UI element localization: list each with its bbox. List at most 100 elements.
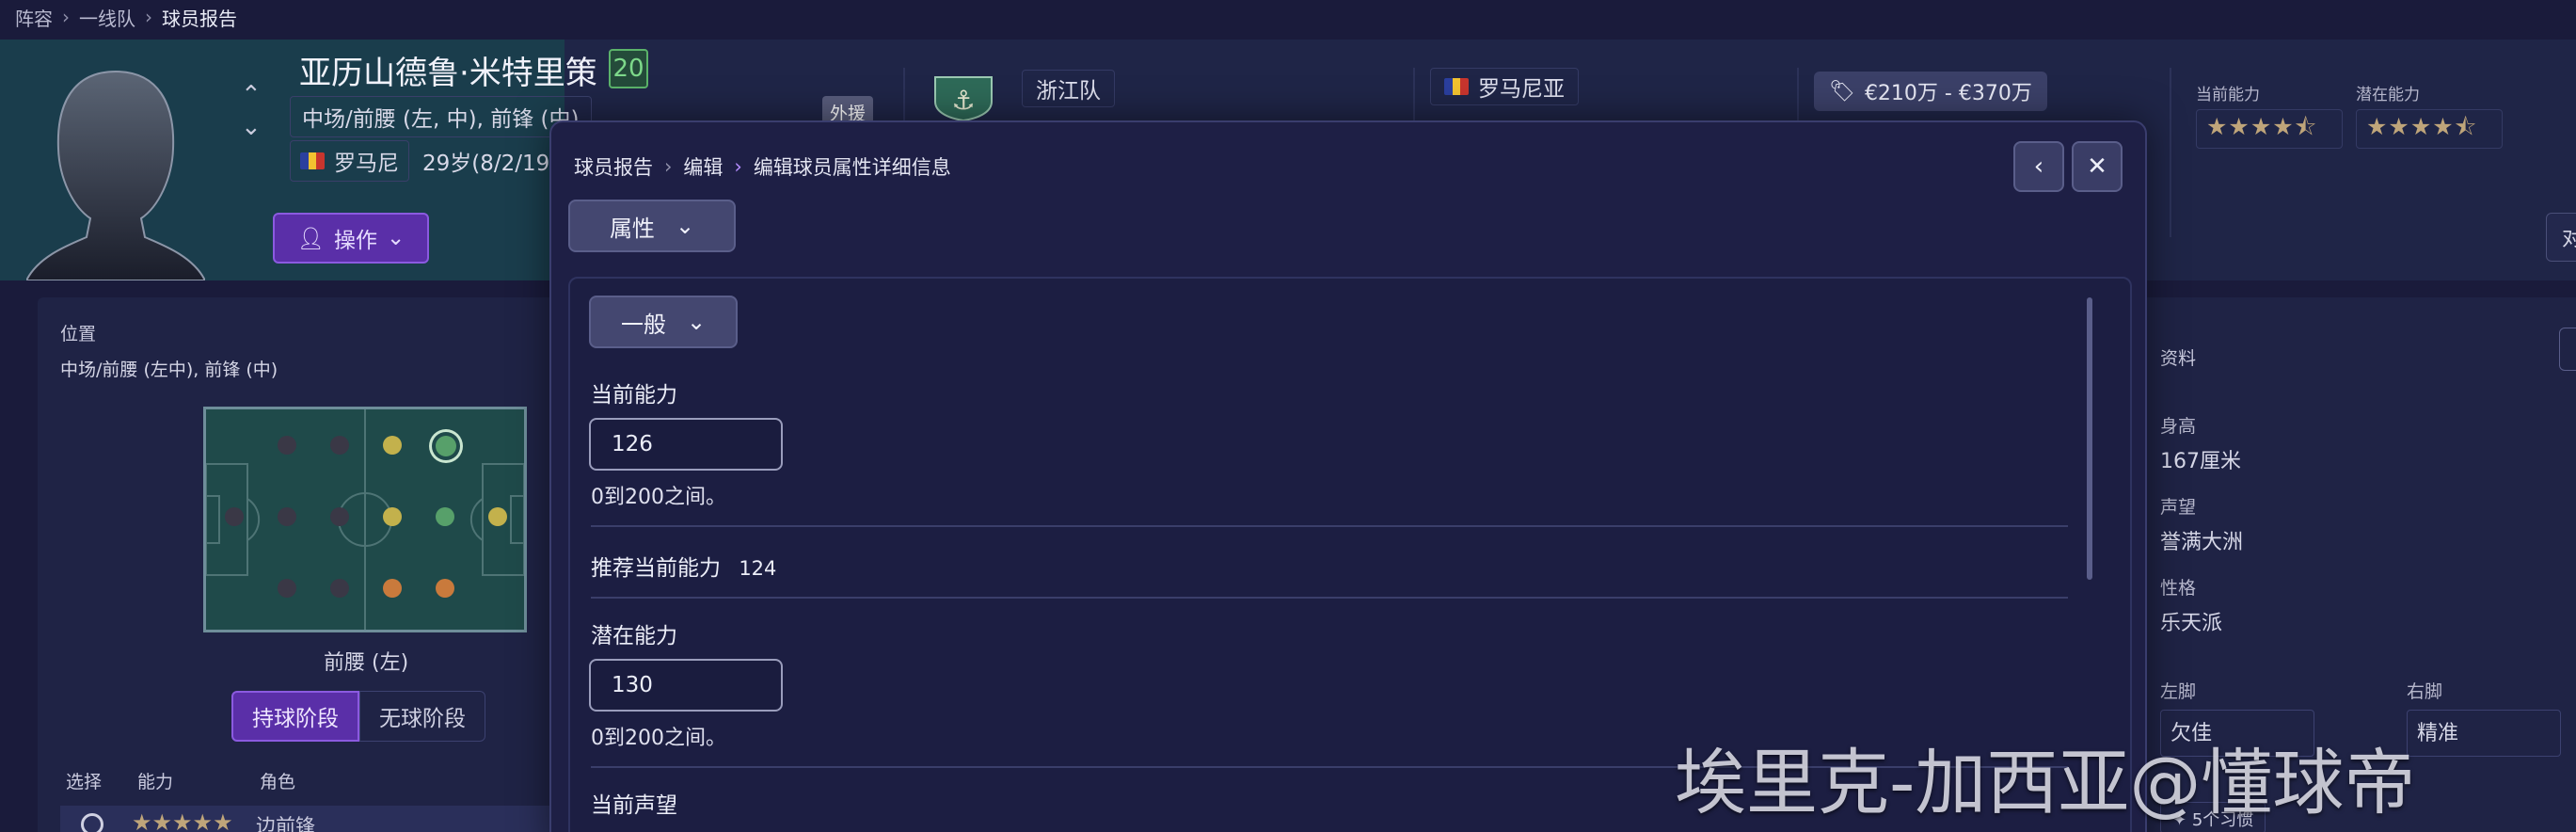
pa-hint: 0到200之间。 (591, 727, 726, 750)
player-silhouette-icon (26, 70, 205, 280)
role-row[interactable]: ★★★★★ 边前锋 (60, 806, 587, 832)
height-value: 167厘米 (2160, 450, 2241, 473)
pitch-lines (206, 409, 524, 630)
position-dot[interactable] (383, 436, 402, 455)
price-tag-icon: 🏷︎ (1829, 79, 1855, 104)
position-dot[interactable] (278, 507, 296, 526)
dialog-breadcrumb-current: 编辑球员属性详细信息 (753, 156, 951, 179)
watermark: 埃里克-加西亚@懂球帝 (1675, 741, 2416, 824)
right-foot-value: 精准 (2417, 722, 2459, 745)
divider (591, 597, 2068, 599)
col-select: 选择 (66, 772, 103, 792)
chevron-down-icon: ⌄ (686, 309, 707, 335)
position-dot[interactable] (330, 436, 349, 455)
role-name: 边前锋 (256, 815, 315, 832)
breadcrumb-current: 球员报告 (162, 7, 237, 30)
profile-menu-button[interactable] (2559, 328, 2576, 371)
close-icon: ✕ (2087, 152, 2107, 181)
svg-text:⚓: ⚓ (951, 85, 975, 116)
potential-ability-stars: ★★★★⯪ (2356, 109, 2503, 149)
dialog-breadcrumb-report[interactable]: 球员报告 (574, 152, 653, 181)
personality-label: 性格 (2160, 578, 2197, 599)
out-of-possession-tab[interactable]: 无球阶段 (359, 691, 485, 742)
back-button[interactable]: ‹ (2013, 141, 2064, 192)
breadcrumb-first-team[interactable]: 一线队 (79, 4, 135, 31)
position-dot[interactable] (383, 579, 402, 598)
compare-label: 对 (2562, 228, 2576, 251)
position-dot[interactable] (330, 579, 349, 598)
chevron-right-icon: › (62, 6, 70, 28)
club-name: 浙江队 (1036, 79, 1101, 104)
breadcrumb-squad[interactable]: 阵容 (15, 4, 53, 31)
divider (591, 525, 2068, 527)
club-crest-icon[interactable]: ⚓ (930, 73, 997, 120)
current-ability-label: 当前能力 (2196, 86, 2260, 104)
profile-title: 资料 (2160, 348, 2197, 369)
col-role: 角色 (260, 772, 296, 792)
subcategory-dropdown[interactable]: 一般 ⌄ (589, 296, 738, 348)
chevron-down-icon: ⌄ (675, 213, 695, 239)
player-name: 亚历山德鲁·米特里策 (299, 55, 597, 92)
subcategory-label: 一般 (620, 311, 666, 338)
position-pitch (203, 407, 527, 632)
scrollbar[interactable] (2087, 297, 2092, 580)
position-dot[interactable] (225, 507, 244, 526)
category-label: 属性 (609, 215, 655, 242)
right-foot-label: 右脚 (2407, 681, 2443, 702)
ca-hint: 0到200之间。 (591, 486, 726, 509)
phase-toggle: 持球阶段 无球阶段 (231, 691, 485, 742)
recommended-ca-value: 124 (739, 557, 777, 580)
value-box[interactable]: 🏷︎ €210万 - €370万 (1814, 72, 2047, 111)
position-dot-selected[interactable] (436, 436, 456, 456)
position-dot[interactable] (488, 507, 507, 526)
nationality: 罗马尼 (334, 152, 399, 176)
ca-badge: 20 (609, 49, 648, 88)
nationality-age-row: 罗马尼 29岁(8/2/199 (290, 140, 564, 182)
ca-label: 当前能力 (591, 383, 677, 408)
position-dot[interactable] (383, 507, 402, 526)
right-foot-box: 精准 (2407, 710, 2561, 757)
action-button[interactable]: 👤︎ 操作 ⌄ (273, 213, 429, 264)
height-label: 身高 (2160, 416, 2197, 437)
position-dot[interactable] (436, 579, 454, 598)
close-button[interactable]: ✕ (2072, 141, 2123, 192)
action-label: 操作 (333, 229, 377, 253)
position-dot[interactable] (436, 507, 454, 526)
radio-selected-icon[interactable] (81, 813, 103, 832)
previous-player-icon[interactable]: ⌃ (241, 81, 262, 109)
nationality-box[interactable]: 罗马尼 (290, 140, 409, 182)
personality-value: 乐天派 (2160, 612, 2223, 635)
role-stars: ★★★★★ (132, 809, 233, 832)
category-dropdown[interactable]: 属性 ⌄ (568, 200, 736, 252)
reputation-value: 誉满大洲 (2160, 531, 2244, 554)
current-ability-stars: ★★★★⯪ (2196, 109, 2343, 149)
ca-input[interactable]: 126 (589, 418, 783, 471)
club-box[interactable]: 浙江队 (1022, 70, 1115, 107)
chevron-right-icon: › (145, 6, 152, 28)
chevron-right-icon: › (664, 155, 673, 178)
recommended-ca-label: 推荐当前能力 (591, 556, 721, 581)
header-divider (2170, 68, 2171, 237)
chevron-left-icon: ‹ (2033, 152, 2044, 181)
recommended-ca-row: 推荐当前能力 124 (591, 550, 776, 582)
dialog-breadcrumb-edit[interactable]: 编辑 (683, 152, 723, 181)
positions-title: 位置 (60, 324, 97, 344)
position-dot[interactable] (330, 507, 349, 526)
compare-button[interactable]: 对 (2546, 213, 2576, 262)
position-dot[interactable] (278, 436, 296, 455)
in-possession-tab[interactable]: 持球阶段 (231, 691, 359, 742)
person-icon: 👤︎ (296, 226, 325, 251)
position-dot[interactable] (278, 579, 296, 598)
nation-box[interactable]: 罗马尼亚 (1430, 68, 1579, 105)
age-dob: 29岁(8/2/199 (422, 152, 564, 176)
next-player-icon[interactable]: ⌄ (241, 113, 262, 141)
romania-flag-icon (1444, 78, 1469, 95)
dialog-breadcrumb: 球员报告 › 编辑 › 编辑球员属性详细信息 (574, 152, 951, 181)
breadcrumb: 阵容 › 一线队 › 球员报告 (0, 0, 237, 34)
pa-input[interactable]: 130 (589, 659, 783, 712)
left-foot-label: 左脚 (2160, 681, 2197, 702)
selected-role: 前腰 (左) (324, 651, 409, 675)
chevron-right-icon: › (734, 155, 742, 178)
nation-name: 罗马尼亚 (1478, 77, 1565, 102)
pa-label: 潜在能力 (591, 624, 677, 648)
